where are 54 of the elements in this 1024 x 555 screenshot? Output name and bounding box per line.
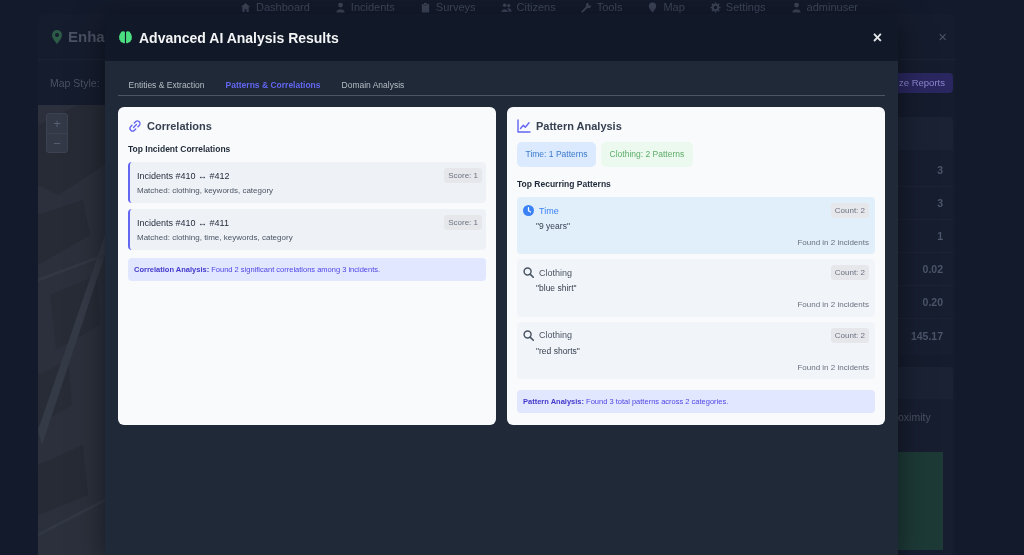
count-badge: Count: 2 — [830, 327, 869, 343]
link-icon — [128, 119, 142, 133]
modal-title: Advanced AI Analysis Results — [139, 29, 339, 46]
clipboard-icon — [419, 1, 431, 13]
wrench-icon — [580, 1, 592, 13]
close-button[interactable]: × — [870, 29, 884, 46]
clock-icon — [523, 205, 534, 216]
card-title: Pattern Analysis — [536, 120, 622, 132]
correlation-title: Incidents #410 ↔ #411 — [137, 217, 229, 228]
house-icon — [240, 1, 251, 13]
tab[interactable]: Entities & Extraction — [118, 75, 216, 95]
pattern-category: Clothing — [539, 330, 573, 341]
pattern-category: Clothing — [539, 267, 573, 278]
card-title: Correlations — [147, 120, 212, 132]
person-icon — [334, 1, 346, 13]
count-badge: Count: 2 — [830, 265, 869, 281]
close-button[interactable]: × — [938, 28, 947, 45]
matched-fields-text: Matched: clothing, time, keywords, category — [137, 232, 294, 243]
tab[interactable]: Domain Analysis — [331, 75, 415, 95]
brain-icon — [118, 30, 133, 45]
stat-value: 0.02 — [922, 263, 943, 275]
pattern-value: "red shorts" — [535, 345, 581, 357]
stat-value: 3 — [937, 164, 943, 176]
category-pill: Time: 1 Patterns — [517, 142, 597, 167]
pattern-value: "9 years" — [535, 221, 571, 232]
correlation-title: Incidents #410 ↔ #412 — [137, 170, 230, 181]
section-heading: Top Recurring Patterns — [517, 178, 612, 190]
person-icon — [790, 1, 802, 13]
count-badge: Count: 2 — [830, 203, 869, 218]
incident-count-text: Found in 2 incidents — [796, 237, 869, 248]
map-pin-icon — [52, 29, 62, 44]
section-heading: Top Incident Correlations — [128, 143, 232, 155]
line-chart-icon — [517, 119, 531, 133]
incident-count-text: Found in 2 incidents — [796, 361, 869, 373]
incident-count-text: Found in 2 incidents — [796, 299, 869, 311]
stat-value: 145.17 — [910, 329, 943, 342]
stat-value: 0.20 — [922, 296, 943, 308]
gear-icon — [709, 1, 721, 13]
zoom-in-button[interactable]: + — [47, 114, 67, 133]
people-icon — [500, 1, 512, 13]
map-pin-icon — [647, 1, 659, 13]
search-icon — [523, 329, 534, 341]
reports-button[interactable]: ze Reports — [898, 72, 953, 93]
score-badge: Score: 1 — [444, 215, 482, 230]
tab[interactable]: Patterns & Correlations — [215, 75, 331, 95]
pattern-value: "blue shirt" — [535, 283, 578, 295]
stat-value: 1 — [937, 230, 943, 242]
category-pill: Clothing: 2 Patterns — [601, 142, 693, 167]
pattern-category: Time — [539, 205, 559, 216]
score-badge: Score: 1 — [444, 168, 482, 183]
search-icon — [523, 267, 534, 279]
stat-value: 3 — [937, 197, 943, 209]
matched-fields-text: Matched: clothing, keywords, category — [137, 185, 275, 196]
zoom-out-button[interactable]: − — [47, 133, 67, 152]
